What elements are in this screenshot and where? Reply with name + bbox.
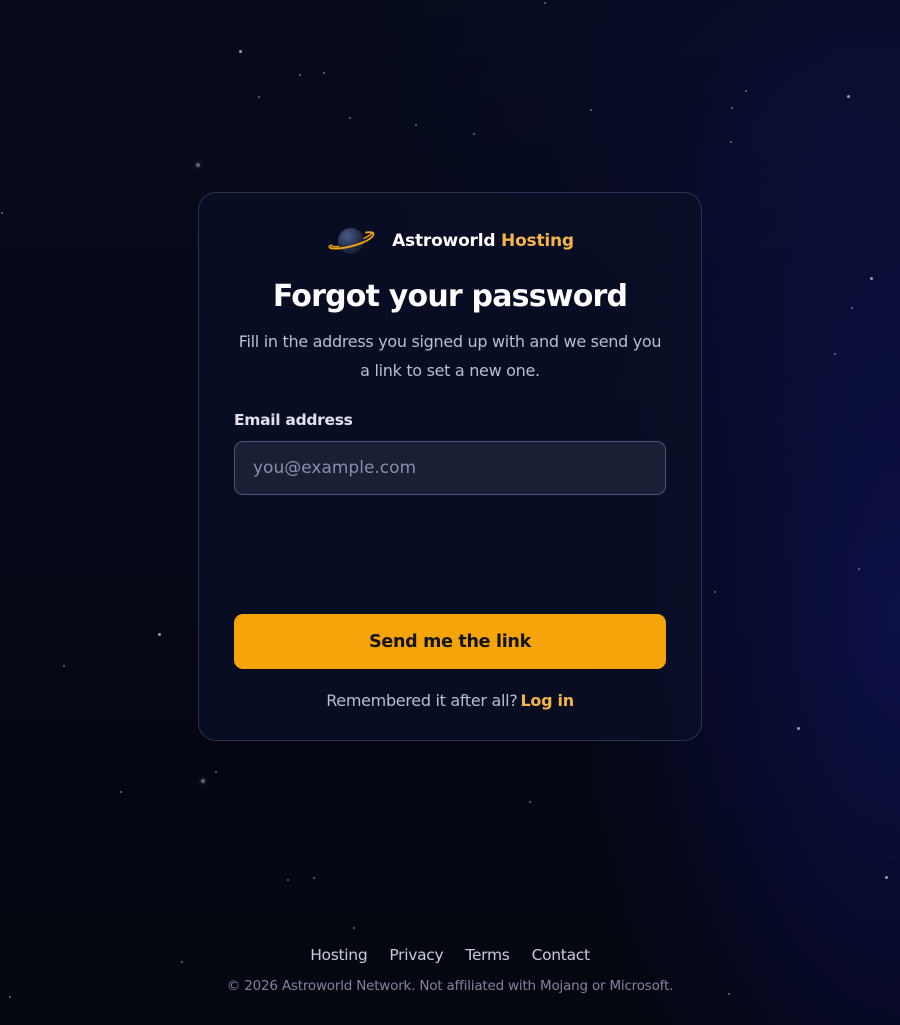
footer-link-terms[interactable]: Terms	[465, 946, 509, 964]
forgot-password-card: Astroworld Hosting Forgot your password …	[198, 192, 702, 741]
footer-link-hosting[interactable]: Hosting	[310, 946, 367, 964]
send-link-button[interactable]: Send me the link	[234, 614, 666, 669]
login-link[interactable]: Log in	[521, 691, 575, 710]
login-prompt: Remembered it after all? Log in	[199, 691, 701, 710]
copyright-notice: © 2026 Astroworld Network. Not affiliate…	[226, 978, 674, 994]
footer-nav: Hosting Privacy Terms Contact	[0, 946, 900, 964]
email-input[interactable]	[234, 441, 666, 495]
email-label: Email address	[234, 411, 353, 429]
login-prompt-text: Remembered it after all?	[326, 691, 518, 710]
brand-header: Astroworld Hosting	[199, 223, 701, 259]
planet-icon	[328, 228, 375, 254]
page-title: Forgot your password	[272, 279, 628, 314]
brand-accent: Hosting	[501, 231, 574, 251]
footer-link-privacy[interactable]: Privacy	[389, 946, 443, 964]
footer-link-contact[interactable]: Contact	[532, 946, 591, 964]
brand-name: Astroworld Hosting	[392, 231, 574, 251]
page-subtitle: Fill in the address you signed up with a…	[238, 332, 662, 380]
